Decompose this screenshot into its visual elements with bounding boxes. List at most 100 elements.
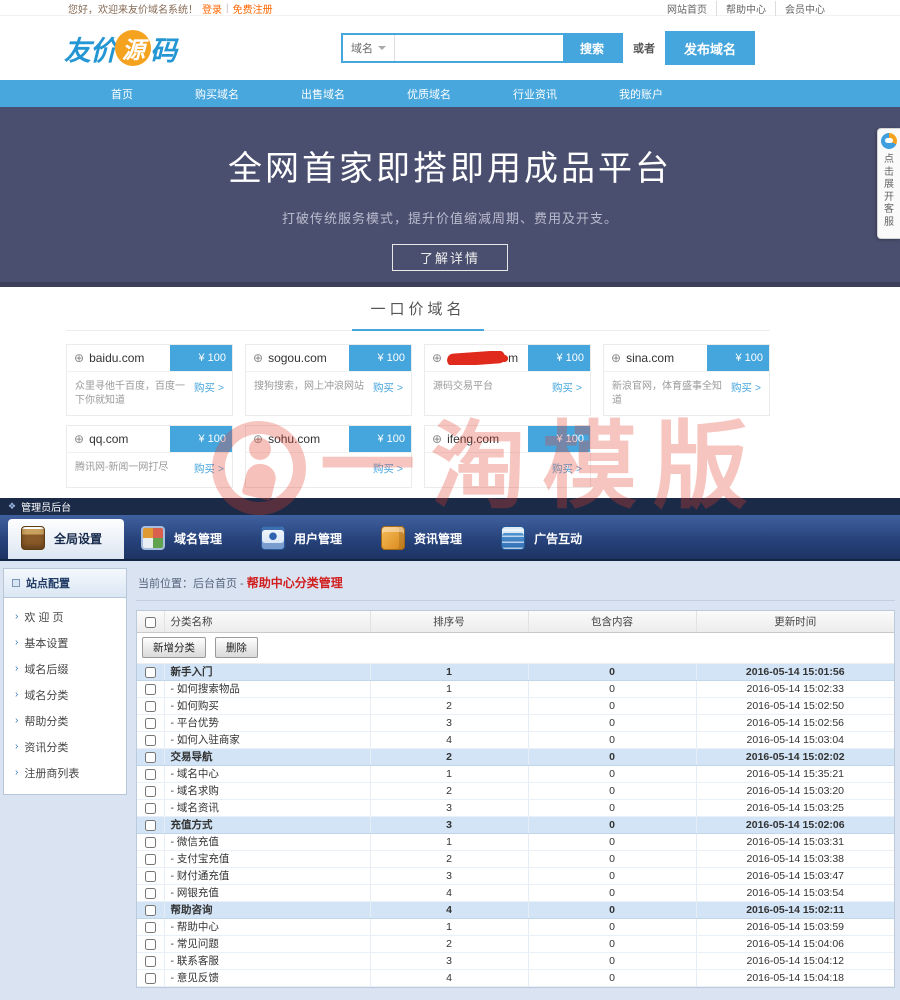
section-title: 一口价域名 (370, 301, 465, 318)
category-name: - 联系客服 (164, 952, 370, 969)
hero-cta-button[interactable]: 了解详情 (392, 244, 508, 271)
nav-item[interactable]: 购买域名 (164, 86, 270, 102)
buy-link[interactable]: 购买 > (373, 380, 403, 395)
category-name: 帮助咨询 (164, 901, 370, 918)
admin-tab[interactable]: 广告互动 (488, 519, 604, 559)
arrow-icon (15, 716, 18, 726)
utility-link[interactable]: 网站首页 (658, 1, 716, 16)
search-category-select[interactable]: 域名 (343, 35, 395, 61)
admin-tab[interactable]: 域名管理 (128, 519, 244, 559)
utility-link[interactable]: 帮助中心 (716, 1, 775, 16)
nav-item[interactable]: 我的账户 (588, 86, 694, 102)
buy-link[interactable]: 购买 > (194, 380, 224, 395)
buy-link[interactable]: 购买 > (552, 461, 582, 476)
sidebar-item[interactable]: 欢 迎 页 (4, 604, 126, 630)
search-input[interactable] (395, 35, 563, 61)
row-checkbox[interactable] (145, 888, 156, 899)
deals-section: 一口价域名 baidu.com ¥ 100 众里寻他千百度，百度一下你就知道 购… (0, 287, 900, 498)
login-link[interactable]: 登录 (202, 1, 222, 16)
sort-order: 2 (370, 935, 528, 952)
publish-domain-button[interactable]: 发布域名 (665, 31, 755, 65)
nav-item[interactable]: 优质域名 (376, 86, 482, 102)
card-header: m ¥ 100 (425, 345, 590, 372)
row-checkbox[interactable] (145, 786, 156, 797)
row-checkbox[interactable] (145, 905, 156, 916)
tab-label: 域名管理 (174, 530, 222, 547)
nav-item[interactable]: 行业资讯 (482, 86, 588, 102)
table-row: - 网银充值 4 0 2016-05-14 15:03:54 (137, 884, 894, 901)
content-count: 0 (528, 680, 696, 697)
domain-description: 新浪官网，体育盛事全知道 (612, 380, 727, 408)
content-count: 0 (528, 850, 696, 867)
row-checkbox[interactable] (145, 701, 156, 712)
nav-item[interactable]: 出售域名 (270, 86, 376, 102)
table-row: - 如何购买 2 0 2016-05-14 15:02:50 (137, 697, 894, 714)
select-all-checkbox[interactable] (145, 617, 156, 628)
utility-link[interactable]: 会员中心 (775, 1, 834, 16)
sidebar-item[interactable]: 基本设置 (4, 630, 126, 656)
row-checkbox[interactable] (145, 820, 156, 831)
category-name: - 财付通充值 (164, 867, 370, 884)
add-category-button[interactable]: 新增分类 (142, 637, 206, 658)
domain-card: ifeng.com ¥ 100 购买 > (424, 425, 591, 488)
content-count: 0 (528, 714, 696, 731)
sort-order: 2 (370, 850, 528, 867)
sidebar-item[interactable]: 资讯分类 (4, 734, 126, 760)
row-checkbox[interactable] (145, 718, 156, 729)
search-button[interactable]: 搜索 (563, 35, 621, 61)
buy-link[interactable]: 购买 > (194, 461, 224, 476)
sidebar-item[interactable]: 域名后缀 (4, 656, 126, 682)
category-name: - 支付宝充值 (164, 850, 370, 867)
register-link[interactable]: 免费注册 (233, 1, 273, 16)
sort-order: 2 (370, 697, 528, 714)
customer-service-widget[interactable]: 点击展开客服 (877, 128, 900, 239)
sort-order: 2 (370, 782, 528, 799)
admin-tab[interactable]: 资讯管理 (368, 519, 484, 559)
domain-name: sohu.com (268, 432, 320, 446)
sidebar-item[interactable]: 帮助分类 (4, 708, 126, 734)
globe-icon (611, 352, 621, 364)
admin-tab[interactable]: 全局设置 (8, 519, 124, 559)
sidebar-item-label: 基本设置 (24, 635, 68, 651)
updated-time: 2016-05-14 15:03:47 (696, 867, 894, 884)
row-checkbox[interactable] (145, 871, 156, 882)
buy-link[interactable]: 购买 > (731, 380, 761, 395)
admin-tab[interactable]: 用户管理 (248, 519, 364, 559)
table-row: - 支付宝充值 2 0 2016-05-14 15:03:38 (137, 850, 894, 867)
site-header: 友价 源 码 域名 搜索 或者 发布域名 (0, 16, 900, 80)
col-updated-time: 更新时间 (696, 611, 894, 632)
updated-time: 2016-05-14 15:03:59 (696, 918, 894, 935)
content-count: 0 (528, 969, 696, 986)
sidebar-item[interactable]: 域名分类 (4, 682, 126, 708)
row-checkbox[interactable] (145, 684, 156, 695)
delete-button[interactable]: 删除 (215, 637, 258, 658)
content-count: 0 (528, 782, 696, 799)
row-checkbox[interactable] (145, 837, 156, 848)
collapse-icon[interactable] (12, 579, 20, 587)
row-checkbox[interactable] (145, 854, 156, 865)
buy-link[interactable]: 购买 > (552, 380, 582, 395)
row-checkbox[interactable] (145, 735, 156, 746)
row-checkbox[interactable] (145, 973, 156, 984)
row-checkbox[interactable] (145, 667, 156, 678)
sort-order: 4 (370, 884, 528, 901)
search-category-value: 域名 (351, 40, 373, 56)
sort-order: 1 (370, 663, 528, 680)
row-checkbox[interactable] (145, 769, 156, 780)
globe-icon (74, 433, 84, 445)
row-checkbox[interactable] (145, 939, 156, 950)
sidebar-item[interactable]: 注册商列表 (4, 760, 126, 786)
chevron-down-icon (378, 46, 386, 50)
updated-time: 2016-05-14 15:03:04 (696, 731, 894, 748)
arrow-icon (15, 664, 18, 674)
row-checkbox[interactable] (145, 752, 156, 763)
category-name: - 网银充值 (164, 884, 370, 901)
row-checkbox[interactable] (145, 803, 156, 814)
updated-time: 2016-05-14 15:03:38 (696, 850, 894, 867)
row-checkbox[interactable] (145, 922, 156, 933)
table-row: - 域名资讯 3 0 2016-05-14 15:03:25 (137, 799, 894, 816)
site-logo[interactable]: 友价 源 码 (64, 29, 176, 68)
col-content-count: 包含内容 (528, 611, 696, 632)
buy-link[interactable]: 购买 > (373, 461, 403, 476)
nav-item[interactable]: 首页 (80, 86, 164, 102)
